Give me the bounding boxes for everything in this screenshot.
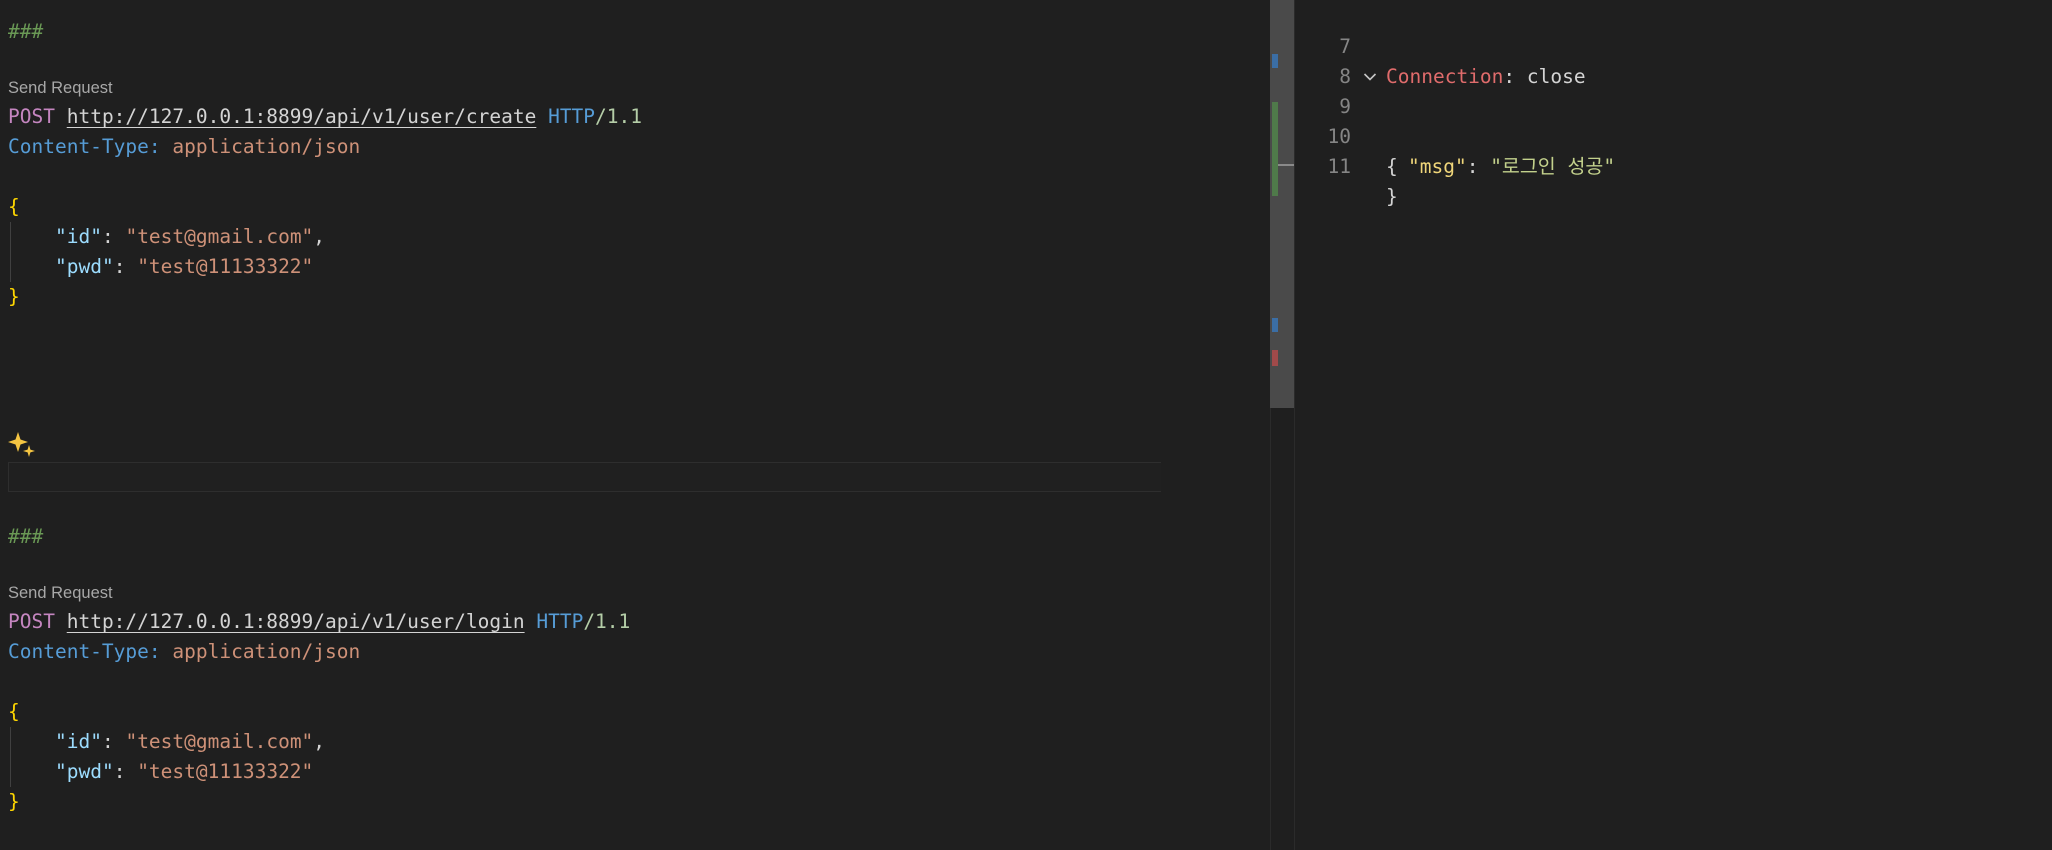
response-line: 10 "msg": "로그인 성공" [1295,92,2052,178]
http-method: POST [8,105,55,128]
request-separator: ### [8,525,44,548]
line-number: 11 [1327,155,1351,178]
http-protocol: HTTP [548,105,596,128]
request-editor[interactable]: ### Send Request POST http://127.0.0.1:8… [0,0,1270,850]
json-key: "pwd" [55,255,114,278]
send-request-link[interactable]: Send Request [8,76,113,100]
editor-scrollbar-track[interactable] [1270,408,1295,850]
json-value: "로그인 성공" [1490,155,1616,178]
json-key: "msg" [1408,155,1467,178]
http-method: POST [8,610,55,633]
json-close-brace: } [8,285,20,308]
sparkle-icon[interactable] [8,430,36,458]
json-key: "id" [55,225,102,248]
request-url[interactable]: http://127.0.0.1:8899/api/v1/user/login [67,610,525,633]
response-line: 9 { [1295,62,2052,178]
http-protocol: HTTP [536,610,584,633]
json-field-pwd: "pwd": "test@11133322" [55,760,314,783]
header-name: Content-Type: [8,640,161,663]
json-value: "test@11133322" [137,255,314,278]
http-version: /1.1 [595,105,643,128]
json-value: "test@gmail.com" [125,225,314,248]
scrollbar-slider-indicator[interactable] [1278,164,1294,166]
json-close-brace: } [1386,185,1398,208]
overview-ruler-mark [1272,54,1278,68]
overview-ruler-mark [1272,350,1278,366]
response-line: 7 Connection: close [1295,2,2052,88]
inline-chat-input[interactable] [8,462,1161,492]
json-field-id: "id": "test@gmail.com", [55,225,326,248]
json-value: "test@gmail.com" [125,730,314,753]
overview-ruler-mark [1272,318,1278,332]
send-request-link[interactable]: Send Request [8,581,113,605]
request-header-line: Content-Type: application/json [8,132,360,162]
request-line: POST http://127.0.0.1:8899/api/v1/user/c… [8,102,642,132]
json-field-id: "id": "test@gmail.com", [55,730,326,753]
request-header-line: Content-Type: application/json [8,637,360,667]
chevron-down-icon[interactable] [1363,71,1377,83]
json-key: "id" [55,730,102,753]
response-line: 11 } [1295,122,2052,208]
request-url[interactable]: http://127.0.0.1:8899/api/v1/user/create [67,105,537,128]
json-value: "test@11133322" [137,760,314,783]
overview-ruler-mark [1272,102,1278,196]
header-value: application/json [172,135,361,158]
json-open-brace: { [1386,155,1398,178]
json-close-brace: } [8,790,20,813]
response-line: 8 [1295,32,2052,88]
json-key: "pwd" [55,760,114,783]
header-name: Content-Type: [8,135,161,158]
request-separator: ### [8,20,44,43]
json-field-pwd: "pwd": "test@11133322" [55,255,314,278]
json-open-brace: { [8,195,20,218]
response-editor[interactable]: 7 Connection: close 8 9 { 10 "msg": "로그인… [1294,0,2052,850]
http-version: /1.1 [583,610,631,633]
header-value: application/json [172,640,361,663]
json-open-brace: { [8,700,20,723]
request-line: POST http://127.0.0.1:8899/api/v1/user/l… [8,607,630,637]
